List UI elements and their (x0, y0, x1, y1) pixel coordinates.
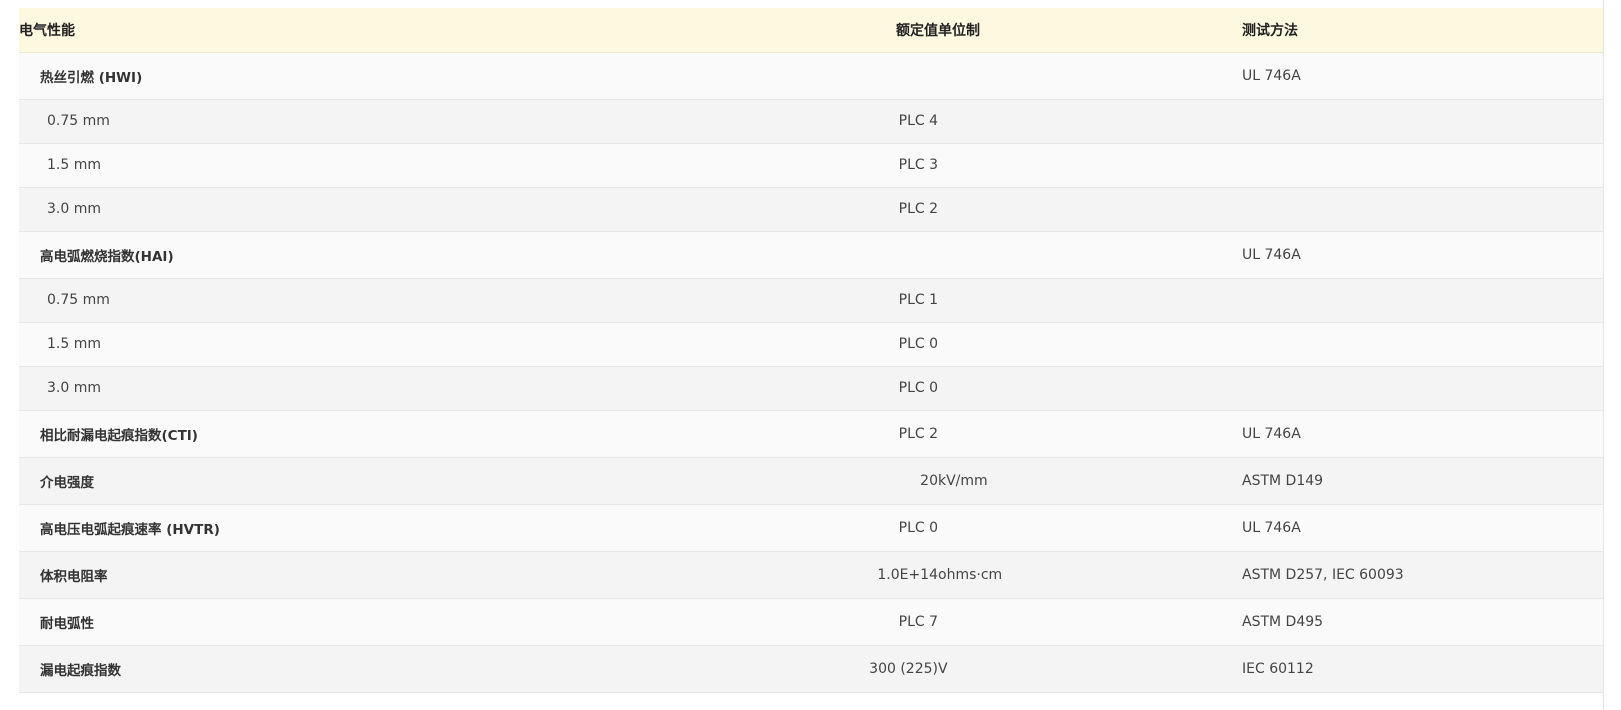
cell-property: 介电强度 (40, 474, 94, 491)
table-row: 热丝引燃 (HWI) UL 746A (19, 52, 1603, 99)
cell-rating: PLC 2 (898, 201, 938, 217)
cell-test-method: ASTM D495 (1242, 613, 1324, 630)
cell-test-method (1242, 366, 1603, 410)
cell-unit (938, 598, 1242, 645)
cell-unit (938, 322, 1242, 366)
cell-property: 高电压电弧起痕速率 (HVTR) (40, 521, 220, 538)
cell-test-method (1242, 187, 1603, 231)
table-row: 3.0 mm PLC 0 (19, 366, 1603, 410)
table-row: 0.75 mm PLC 1 (19, 278, 1603, 322)
table-body: 热丝引燃 (HWI) UL 746A 0.75 mm PLC 4 1.5 mm PLC 3… (19, 52, 1603, 692)
cell-property: 漏电起痕指数 (40, 662, 121, 679)
cell-rating: 20 (920, 472, 938, 489)
cell-test-method: UL 746A (1242, 519, 1301, 536)
table-row: 相比耐漏电起痕指数(CTI) PLC 2 UL 746A (19, 410, 1603, 457)
cell-test-method (1242, 99, 1603, 143)
cell-rating (299, 231, 938, 278)
table-row: 介电强度 20 kV/mm ASTM D149 (19, 457, 1603, 504)
cell-unit (938, 52, 1242, 99)
cell-property: 3.0 mm (47, 201, 101, 217)
cell-unit (938, 410, 1242, 457)
cell-property: 1.5 mm (47, 336, 101, 352)
table-row: 3.0 mm PLC 2 (19, 187, 1603, 231)
cell-test-method: UL 746A (1242, 425, 1301, 442)
cell-property: 3.0 mm (47, 380, 101, 396)
cell-property: 热丝引燃 (HWI) (40, 69, 143, 86)
cell-rating (299, 52, 938, 99)
cell-unit (938, 231, 1242, 278)
cell-unit: V (938, 660, 948, 677)
cell-unit (938, 366, 1242, 410)
cell-rating: PLC 3 (898, 157, 938, 173)
header-rating: 额定值 (299, 8, 938, 53)
cell-property: 0.75 mm (47, 292, 110, 308)
cell-property: 高电弧燃烧指数(HAI) (40, 248, 174, 265)
table-row: 高电弧燃烧指数(HAI) UL 746A (19, 231, 1603, 278)
cell-unit (938, 99, 1242, 143)
cell-test-method (1242, 322, 1603, 366)
table-row: 1.5 mm PLC 0 (19, 322, 1603, 366)
cell-test-method (1242, 143, 1603, 187)
cell-test-method: UL 746A (1242, 67, 1301, 84)
cell-unit (938, 187, 1242, 231)
table-row: 体积电阻率 1.0E+14 ohms·cm ASTM D257, IEC 60093 (19, 551, 1603, 598)
cell-rating: PLC 2 (898, 425, 938, 442)
table-header-row: 电气性能 额定值 单位制 测试方法 (19, 8, 1603, 53)
cell-rating: 300 (225) (869, 660, 938, 677)
cell-property: 0.75 mm (47, 113, 110, 129)
cell-unit (938, 504, 1242, 551)
cell-property: 相比耐漏电起痕指数(CTI) (40, 427, 198, 444)
cell-test-method (1242, 278, 1603, 322)
cell-rating: 1.0E+14 (877, 566, 938, 583)
cell-rating: PLC 0 (898, 519, 938, 536)
table-row: 0.75 mm PLC 4 (19, 99, 1603, 143)
cell-rating: PLC 0 (898, 380, 938, 396)
cell-test-method: UL 746A (1242, 246, 1301, 263)
cell-unit: ohms·cm (938, 566, 1003, 583)
cell-property: 体积电阻率 (40, 568, 108, 585)
cell-unit (938, 143, 1242, 187)
cell-rating: PLC 7 (898, 613, 938, 630)
table-row: 耐电弧性 PLC 7 ASTM D495 (19, 598, 1603, 645)
cell-test-method: IEC 60112 (1242, 660, 1314, 677)
table-row: 高电压电弧起痕速率 (HVTR) PLC 0 UL 746A (19, 504, 1603, 551)
cell-unit: kV/mm (938, 472, 988, 489)
cell-rating: PLC 1 (898, 292, 938, 308)
header-property: 电气性能 (19, 8, 299, 53)
cell-test-method: ASTM D149 (1242, 472, 1324, 489)
header-unit: 单位制 (938, 8, 1242, 53)
cell-test-method: ASTM D257, IEC 60093 (1242, 566, 1404, 583)
cell-rating: PLC 4 (898, 113, 938, 129)
table-row: 漏电起痕指数 300 (225) V IEC 60112 (19, 645, 1603, 692)
cell-rating: PLC 0 (898, 336, 938, 352)
scrollbar-track[interactable] (1603, 0, 1621, 710)
cell-unit (938, 278, 1242, 322)
table-row: 1.5 mm PLC 3 (19, 143, 1603, 187)
cell-property: 耐电弧性 (40, 615, 94, 632)
header-test-method: 测试方法 (1242, 8, 1603, 53)
electrical-properties-table: 电气性能 额定值 单位制 测试方法 热丝引燃 (HWI) UL 746A 0.75 … (19, 8, 1603, 693)
cell-property: 1.5 mm (47, 157, 101, 173)
